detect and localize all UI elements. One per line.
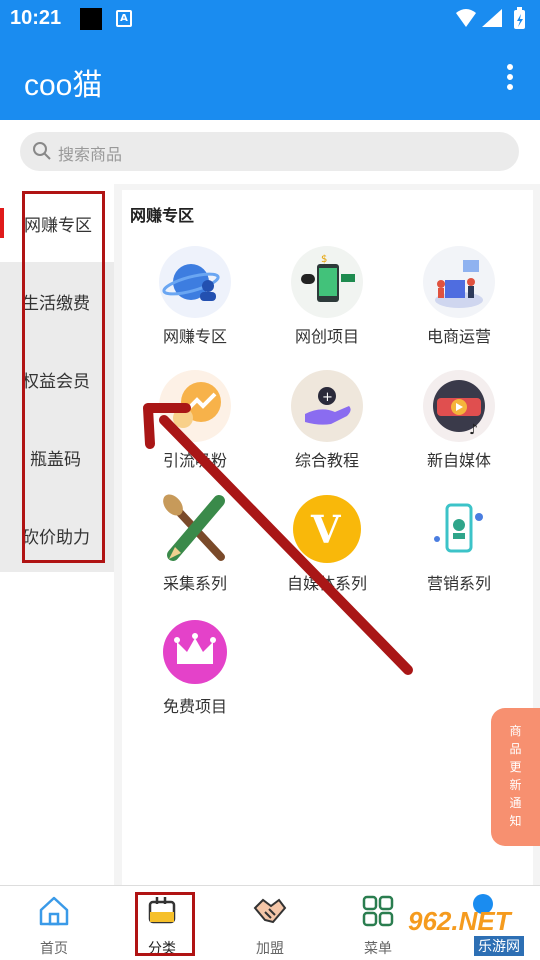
grid-item-label: 网赚专区 <box>162 327 227 346</box>
notice-char: 品 <box>509 742 522 756</box>
notice-char: 通 <box>509 796 522 810</box>
grid-item-self-media[interactable]: V 自媒体系列 <box>254 493 384 613</box>
nav-item-home[interactable]: 首页 <box>0 886 108 960</box>
hand-plus-icon: + <box>291 370 363 442</box>
grid-item-label: 免费项目 <box>162 697 227 716</box>
grid-item-tutorials[interactable]: + 综合教程 <box>254 370 384 490</box>
grid-item-marketing[interactable]: 营销系列 <box>386 493 516 613</box>
home-icon <box>39 896 69 926</box>
grid-item-label: 引流吸粉 <box>162 451 227 470</box>
handshake-icon <box>253 898 287 924</box>
watermark-logo: 962.NET 乐游网 <box>400 906 538 956</box>
search-bar-container: 搜索商品 <box>0 120 540 184</box>
nav-label: 加盟 <box>256 941 284 957</box>
video-disc-icon: ♪ <box>423 370 495 442</box>
grid-menu-icon <box>362 895 394 927</box>
sidebar-empty-area <box>0 572 114 885</box>
ecommerce-team-icon <box>423 246 495 318</box>
category-content-panel: 网赚专区 网赚专区 $ 网创项目 电商运营 引流吸粉 + 综合教程 ♪ 新自媒体… <box>122 190 533 885</box>
grid-item-wangzhuan[interactable]: 网赚专区 <box>122 246 252 366</box>
app-bar: coo猫 <box>0 38 540 120</box>
svg-text:V: V <box>310 507 342 552</box>
search-placeholder: 搜索商品 <box>58 145 123 164</box>
money-phone-icon: $ <box>291 246 363 318</box>
search-icon <box>33 142 51 160</box>
system-status-icons <box>456 7 525 29</box>
status-time: 10:21 <box>10 7 62 29</box>
grid-item-new-media[interactable]: ♪ 新自媒体 <box>386 370 516 490</box>
grid-item-traffic[interactable]: 引流吸粉 <box>122 370 252 490</box>
annotation-highlight-category-tab <box>135 892 195 956</box>
svg-text:$: $ <box>321 254 327 265</box>
svg-text:♪: ♪ <box>469 422 478 438</box>
grid-item-label: 综合教程 <box>294 451 359 470</box>
grid-item-ecommerce[interactable]: 电商运营 <box>386 246 516 366</box>
notification-icon <box>80 8 102 30</box>
grid-item-label: 自媒体系列 <box>286 574 367 593</box>
a-badge-icon: A <box>116 10 132 27</box>
v-badge-icon: V <box>291 493 363 565</box>
watermark-sub: 乐游网 <box>474 936 524 956</box>
grid-item-wangchuang[interactable]: $ 网创项目 <box>254 246 384 366</box>
notice-char: 更 <box>509 760 522 774</box>
grid-item-label: 采集系列 <box>162 574 227 593</box>
notice-char: 新 <box>509 778 522 792</box>
svg-text:+: + <box>322 390 333 405</box>
grid-item-label: 新自媒体 <box>426 451 491 470</box>
annotation-highlight-sidebar <box>22 191 105 563</box>
product-update-notice-tab[interactable]: 商 品 更 新 通 知 <box>491 708 540 846</box>
section-title: 网赚专区 <box>130 206 195 225</box>
grid-item-collection[interactable]: 采集系列 <box>122 493 252 613</box>
nav-label: 首页 <box>40 941 68 957</box>
crown-icon <box>159 616 231 688</box>
grid-item-free-projects[interactable]: 免费项目 <box>122 616 252 736</box>
status-bar: 10:21 A <box>0 0 540 38</box>
grid-item-label: 营销系列 <box>426 574 491 593</box>
trend-chat-icon <box>159 370 231 442</box>
nav-item-join[interactable]: 加盟 <box>216 886 324 960</box>
brush-pencil-icon <box>159 493 231 565</box>
notice-char: 知 <box>509 814 522 828</box>
search-input[interactable]: 搜索商品 <box>20 132 519 171</box>
grid-item-label: 电商运营 <box>426 327 491 346</box>
planet-user-icon <box>159 246 231 318</box>
grid-item-label: 网创项目 <box>294 327 359 346</box>
notice-char: 商 <box>509 724 522 738</box>
watermark-main: 962.NET <box>408 906 511 936</box>
more-options-icon[interactable] <box>504 64 516 94</box>
marketing-phone-icon <box>423 493 495 565</box>
app-title: coo猫 <box>24 69 103 102</box>
